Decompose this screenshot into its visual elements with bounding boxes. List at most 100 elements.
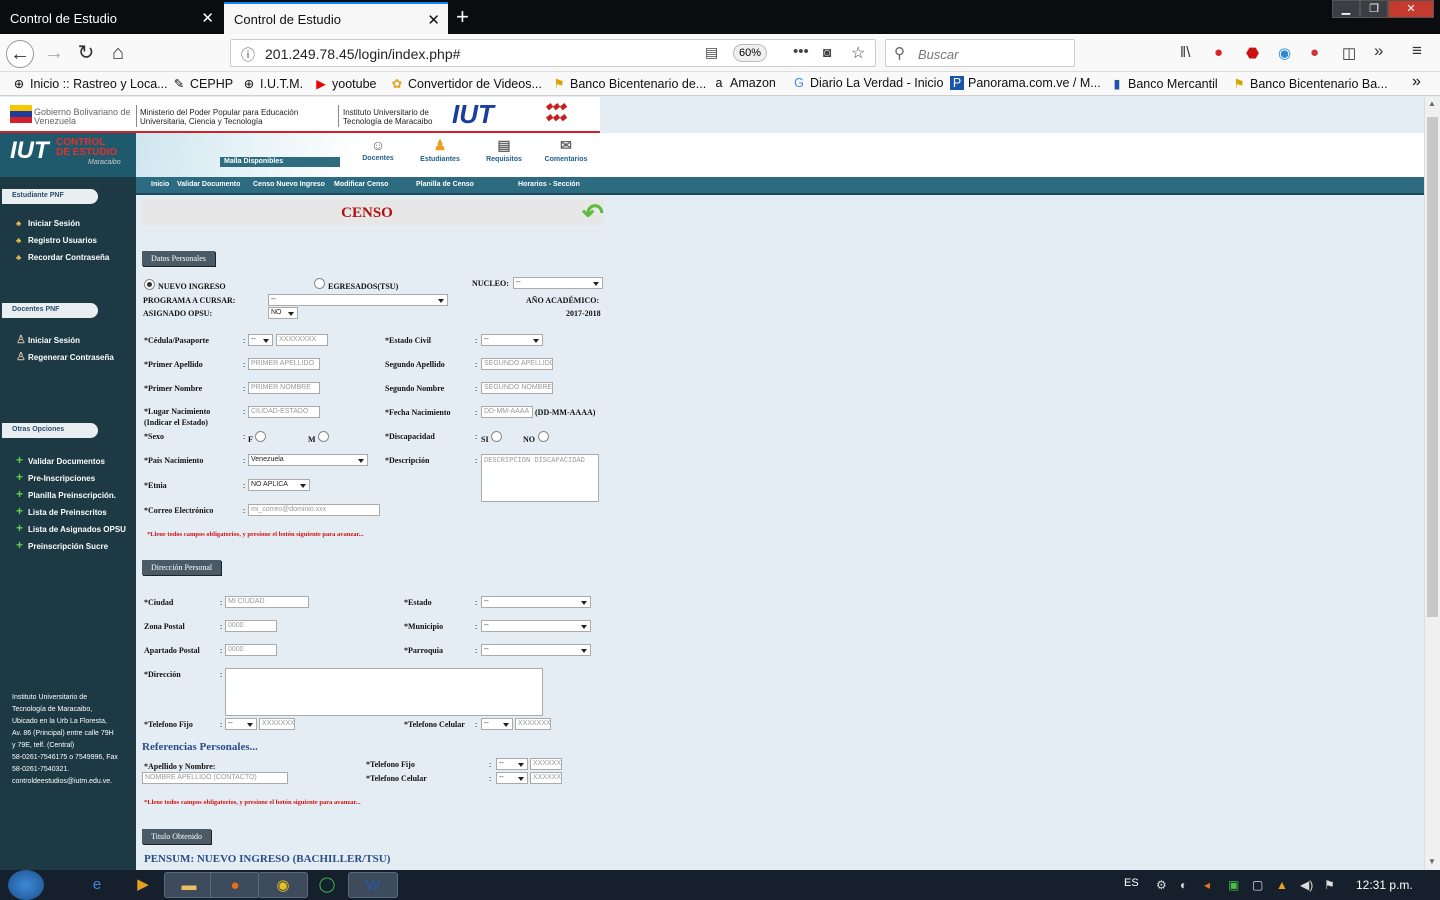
- ref-telefono-fijo-input[interactable]: XXXXXX: [530, 758, 562, 770]
- sidebar-item-docente-iniciar-sesion[interactable]: ♙ Iniciar Sesión: [16, 333, 80, 346]
- bookmark-item[interactable]: a Amazon: [712, 76, 776, 90]
- sidebar-icon[interactable]: ◫: [1342, 44, 1356, 62]
- radio-sexo-f[interactable]: [255, 431, 266, 442]
- close-tab-icon[interactable]: ✕: [201, 9, 214, 27]
- page-scrollbar[interactable]: ▲ ▼: [1424, 97, 1440, 870]
- sidebar-item-lista-preinscritos[interactable]: + Lista de Preinscritos: [16, 504, 107, 518]
- direccion-textarea[interactable]: [225, 668, 543, 716]
- programa-select[interactable]: --: [268, 294, 448, 306]
- sidebar-item-registro-usuarios[interactable]: ♣ Registro Usuarios: [16, 236, 97, 245]
- telefono-fijo-input[interactable]: XXXXXXX: [259, 718, 295, 730]
- apartado-postal-input[interactable]: 0000: [225, 644, 277, 656]
- page-actions-icon[interactable]: •••: [793, 43, 809, 60]
- fecha-nacimiento-input[interactable]: DD-MM-AAAA: [481, 406, 533, 418]
- municipio-select[interactable]: --: [481, 620, 591, 632]
- scrollbar-thumb[interactable]: [1427, 117, 1438, 617]
- radio-sexo-m[interactable]: [318, 431, 329, 442]
- media-player-icon[interactable]: ▶: [118, 872, 168, 898]
- sidebar-item-recordar-contrasena[interactable]: ♣ Recordar Contraseña: [16, 253, 109, 262]
- return-arrow-icon[interactable]: ↶: [582, 199, 604, 229]
- ref-telefono-fijo-prefix-select[interactable]: --: [496, 758, 528, 770]
- segundo-nombre-input[interactable]: SEGUNDO NOMBRE: [481, 382, 553, 394]
- extension-m-icon[interactable]: ●: [1214, 44, 1223, 61]
- control-estudio-logo[interactable]: IUT CONTROL DE ESTUDIO Maracaibo: [0, 133, 136, 177]
- cedula-input[interactable]: XXXXXXXX: [276, 334, 328, 346]
- internet-explorer-icon[interactable]: e: [72, 872, 122, 898]
- bookmark-item[interactable]: ⊕ Inicio :: Rastreo y Loca...: [12, 76, 168, 91]
- extension-sync-icon[interactable]: ◉: [1278, 44, 1291, 62]
- search-bar[interactable]: ⚲ Buscar: [885, 39, 1075, 67]
- bookmark-item[interactable]: ▮ Banco Mercantil: [1110, 76, 1218, 91]
- sidebar-item-pre-inscripciones[interactable]: + Pre-Inscripciones: [16, 470, 95, 484]
- bookmark-item[interactable]: P Panorama.com.ve / M...: [950, 76, 1101, 90]
- menu-horarios-seccion[interactable]: Horarios - Sección: [518, 181, 580, 188]
- clock[interactable]: 12:31 p.m.: [1356, 878, 1413, 892]
- bookmark-item[interactable]: ▶ yootube: [314, 76, 376, 91]
- lugar-nacimiento-input[interactable]: CIUDAD-ESTADO: [248, 406, 320, 418]
- word-icon[interactable]: W: [348, 872, 398, 898]
- parroquia-select[interactable]: --: [481, 644, 591, 656]
- chrome-icon[interactable]: ◉: [258, 872, 308, 898]
- tray-app-icon[interactable]: ◐: [1180, 878, 1187, 892]
- bookmark-item[interactable]: ⊕ I.U.T.M.: [242, 76, 303, 91]
- telefono-celular-input[interactable]: XXXXXXX: [515, 718, 551, 730]
- language-indicator[interactable]: ES: [1124, 877, 1139, 889]
- sidebar-item-iniciar-sesion[interactable]: ♣ Iniciar Sesión: [16, 219, 80, 228]
- nucleo-select[interactable]: --: [513, 277, 603, 289]
- back-arrow-icon[interactable]: ←: [6, 40, 34, 68]
- ref-telefono-celular-input[interactable]: XXXXXX: [530, 772, 562, 784]
- cedula-prefix-select[interactable]: --: [248, 334, 273, 346]
- new-tab-icon[interactable]: +: [456, 4, 469, 30]
- close-tab-icon[interactable]: ✕: [427, 11, 440, 29]
- sidebar-item-lista-asignados-opsu[interactable]: + Lista de Asignados OPSU: [16, 521, 126, 535]
- scroll-down-icon[interactable]: ▼: [1428, 857, 1436, 866]
- whatsapp-icon[interactable]: ◯: [302, 872, 352, 898]
- extension-tomato-icon[interactable]: ●: [1310, 44, 1319, 61]
- menu-modificar-censo[interactable]: Modificar Censo: [334, 181, 388, 188]
- menu-validar-documento[interactable]: Validar Documento: [177, 181, 240, 188]
- window-close-icon[interactable]: ✕: [1388, 0, 1434, 18]
- bookmark-item[interactable]: G Diario La Verdad - Inicio: [792, 76, 943, 90]
- radio-discapacidad-no[interactable]: [538, 431, 549, 442]
- sidebar-item-regenerar-contrasena[interactable]: ♙ Regenerar Contraseña: [16, 350, 114, 363]
- zona-postal-input[interactable]: 0000: [225, 620, 277, 632]
- forward-arrow-icon[interactable]: →: [40, 40, 68, 68]
- requisitos-link[interactable]: ▤ Requisitos: [474, 137, 534, 163]
- sidebar-item-validar-documentos[interactable]: + Validar Documentos: [16, 453, 105, 467]
- maximize-icon[interactable]: ❐: [1360, 0, 1388, 18]
- menu-inicio[interactable]: Inicio: [151, 181, 169, 188]
- info-icon[interactable]: ⓘ: [241, 45, 255, 65]
- scroll-up-icon[interactable]: ▲: [1428, 99, 1436, 108]
- library-icon[interactable]: ‖\: [1180, 44, 1190, 61]
- radio-discapacidad-si[interactable]: [491, 431, 502, 442]
- bookmark-item[interactable]: ✎ CEPHP: [172, 76, 233, 91]
- tray-app-icon[interactable]: ▢: [1252, 878, 1263, 892]
- telefono-fijo-prefix-select[interactable]: --: [225, 718, 257, 730]
- url-bar[interactable]: ⓘ 201.249.78.45/login/index.php# ▤ 60% •…: [230, 39, 876, 67]
- tray-app-icon[interactable]: ▲: [1276, 878, 1288, 892]
- menu-censo-nuevo-ingreso[interactable]: Censo Nuevo Ingreso: [253, 181, 325, 188]
- pocket-icon[interactable]: ◙: [823, 44, 831, 60]
- pais-nacimiento-select[interactable]: Venezuela: [248, 454, 368, 466]
- bookmarks-overflow-icon[interactable]: »: [1412, 73, 1421, 91]
- correo-input[interactable]: mi_correo@dominio.xxx: [248, 504, 380, 516]
- network-manager-icon[interactable]: ⚙: [1156, 878, 1167, 892]
- ref-nombre-input[interactable]: NOMBRE APELLIDO (CONTACTO): [142, 772, 288, 784]
- tab-active[interactable]: Control de Estudio ✕: [224, 2, 448, 34]
- reload-icon[interactable]: ↻: [72, 40, 100, 68]
- sidebar-item-preinscripcion-sucre[interactable]: + Preinscripción Sucre: [16, 538, 108, 552]
- bookmark-item[interactable]: ⚑ Banco Bicentenario Ba...: [1232, 76, 1387, 91]
- action-center-flag-icon[interactable]: ⚑: [1324, 878, 1335, 892]
- radio-nuevo-ingreso[interactable]: [144, 279, 155, 290]
- minimize-icon[interactable]: ▁: [1332, 0, 1360, 18]
- bookmark-item[interactable]: ✿ Convertidor de Videos...: [390, 76, 542, 91]
- tab-inactive[interactable]: Control de Estudio ✕: [0, 2, 222, 34]
- segundo-apellido-input[interactable]: SEGUNDO APELLIDO: [481, 358, 553, 370]
- volume-icon[interactable]: ◀): [1300, 878, 1313, 892]
- adblock-icon[interactable]: ⬣: [1246, 44, 1259, 62]
- opsu-select[interactable]: NO: [268, 307, 298, 319]
- file-explorer-icon[interactable]: ▬: [164, 872, 214, 898]
- malla-disponibles-link[interactable]: Malla Disponibles: [220, 157, 340, 167]
- ref-telefono-celular-prefix-select[interactable]: --: [496, 772, 528, 784]
- tray-app-icon[interactable]: ◂: [1204, 878, 1210, 892]
